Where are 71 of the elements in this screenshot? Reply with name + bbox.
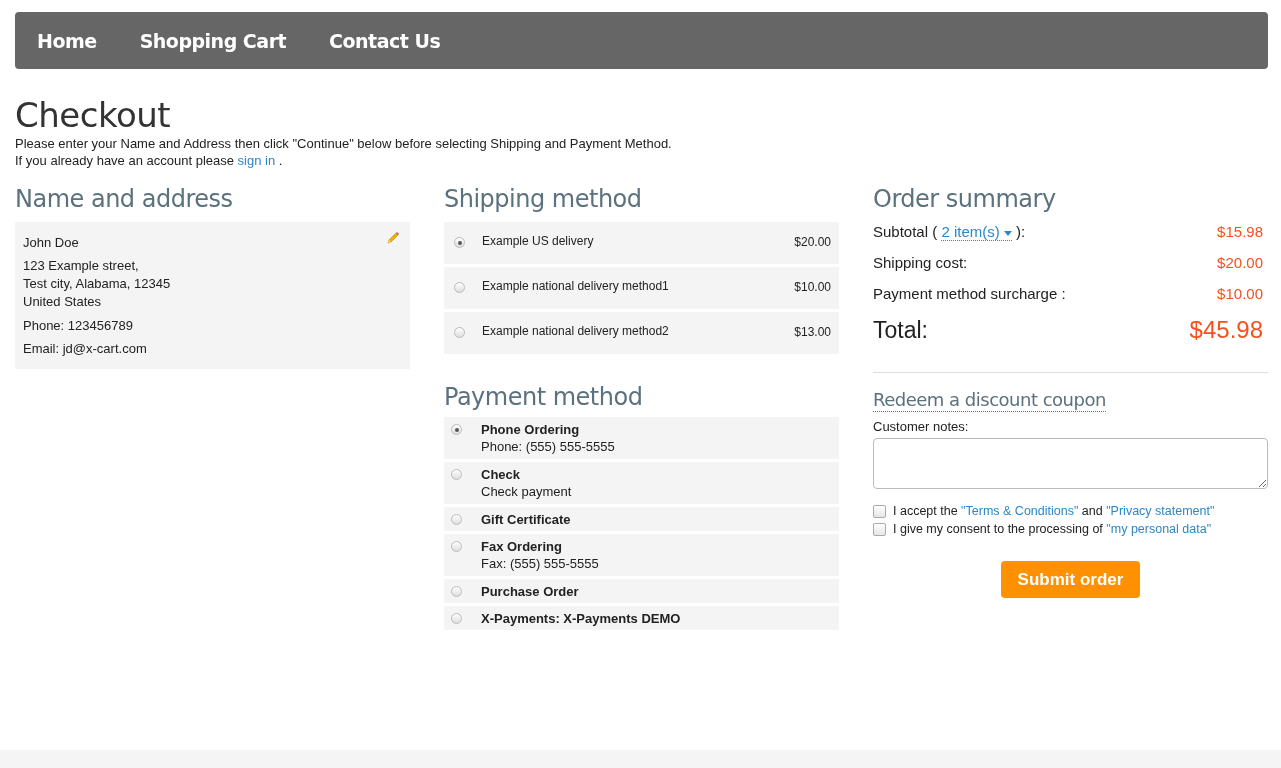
shipping-option[interactable]: Example national delivery method1 $10.00 — [444, 267, 839, 309]
notes-field[interactable] — [873, 438, 1268, 489]
shipping-label: Example national delivery method1 — [482, 279, 669, 293]
sign-in-text: If you already have an account please sign in . — [15, 152, 284, 169]
section-heading: Order summary — [873, 184, 1057, 215]
intro-text: Please enter your Name and Address then click "Continue" below before selecting Shipping and Payment Method. — [15, 135, 673, 152]
address-line: Test city, Alabama, 12345 — [23, 275, 171, 293]
address-line: United States — [23, 293, 102, 311]
payment-name: X-Payments: X-Payments DEMO — [481, 610, 681, 627]
payment-name: Fax Ordering — [481, 538, 563, 555]
pencil-icon[interactable] — [386, 231, 400, 245]
coupon-link[interactable]: Redeem a discount coupon — [873, 389, 1106, 412]
payment-name: Gift Certificate — [481, 511, 571, 528]
payment-detail: Phone: (555) 555-5555 — [481, 438, 615, 456]
payment-name: Purchase Order — [481, 583, 579, 600]
radio-button[interactable] — [451, 613, 462, 624]
payment-detail: Fax: (555) 555-5555 — [481, 555, 599, 573]
payment-option[interactable]: Check Check payment — [444, 462, 839, 504]
total-label: Total: — [873, 317, 928, 344]
radio-button[interactable] — [451, 541, 462, 552]
payment-name: Check — [481, 466, 522, 483]
section-heading: Shipping method — [444, 184, 643, 215]
policy-link[interactable]: "Privacy statement" — [1106, 504, 1215, 518]
payment-name: Phone Ordering — [481, 421, 581, 438]
subtotal-value: $15.98 — [1217, 223, 1263, 241]
radio-button[interactable] — [451, 586, 462, 597]
shipping-price: $13.00 — [794, 325, 831, 339]
nav-link[interactable]: Home — [37, 29, 97, 52]
payment-option[interactable]: X-Payments: X-Payments DEMO — [444, 606, 839, 630]
address-line: 123 Example street, — [23, 257, 139, 275]
items-link[interactable]: 2 item(s) — [941, 223, 1012, 241]
shipping-price: $10.00 — [794, 280, 831, 294]
subtotal-label: Subtotal ( 2 item(s) ): — [873, 223, 1026, 241]
summary-value: $20.00 — [1217, 254, 1263, 272]
payment-detail: Check payment — [481, 483, 572, 501]
customer-name: John Doe — [23, 234, 79, 251]
radio-button[interactable] — [451, 424, 462, 435]
shipping-label: Example national delivery method2 — [482, 324, 669, 338]
section-heading: Payment method — [444, 382, 644, 413]
payment-option[interactable]: Gift Certificate — [444, 507, 839, 531]
radio-button[interactable] — [454, 327, 465, 338]
shipping-option[interactable]: Example US delivery $20.00 — [444, 222, 839, 264]
policy-link[interactable]: "Terms & Conditions" — [961, 504, 1079, 518]
page-title: Checkout — [15, 95, 172, 135]
radio-button[interactable] — [454, 237, 465, 248]
radio-button[interactable] — [454, 282, 465, 293]
summary-value: $10.00 — [1217, 285, 1263, 303]
notes-label: Customer notes: — [873, 419, 970, 435]
payment-option[interactable]: Fax Ordering Fax: (555) 555-5555 — [444, 534, 839, 576]
checkbox[interactable] — [873, 522, 886, 536]
summary-label: Shipping cost: — [873, 254, 968, 272]
radio-button[interactable] — [451, 469, 462, 480]
sign-in-link[interactable]: sign in — [237, 153, 276, 168]
caret-icon — [1003, 230, 1012, 236]
agreement-text: I accept the "Terms & Conditions" and "Privacy statement" — [893, 503, 1215, 520]
checkbox[interactable] — [873, 504, 886, 518]
nav-link[interactable]: Shopping Cart — [139, 29, 287, 52]
agreement-text: I give my consent to the processing of "my personal data" — [893, 521, 1212, 538]
phone-text: Phone: 123456789 — [23, 317, 133, 334]
email-text: Email: jd@x-cart.com — [23, 340, 147, 357]
shipping-option[interactable]: Example national delivery method2 $13.00 — [444, 312, 839, 354]
total-value: $45.98 — [1189, 316, 1263, 344]
radio-button[interactable] — [451, 514, 462, 525]
payment-option[interactable]: Purchase Order — [444, 579, 839, 603]
shipping-label: Example US delivery — [482, 234, 594, 248]
shipping-price: $20.00 — [794, 235, 831, 249]
section-heading: Name and address — [15, 184, 234, 215]
policy-link[interactable]: "my personal data" — [1106, 522, 1212, 536]
payment-option[interactable]: Phone Ordering Phone: (555) 555-5555 — [444, 417, 839, 459]
summary-label: Payment method surcharge : — [873, 285, 1066, 303]
nav-link[interactable]: Contact Us — [329, 29, 441, 52]
